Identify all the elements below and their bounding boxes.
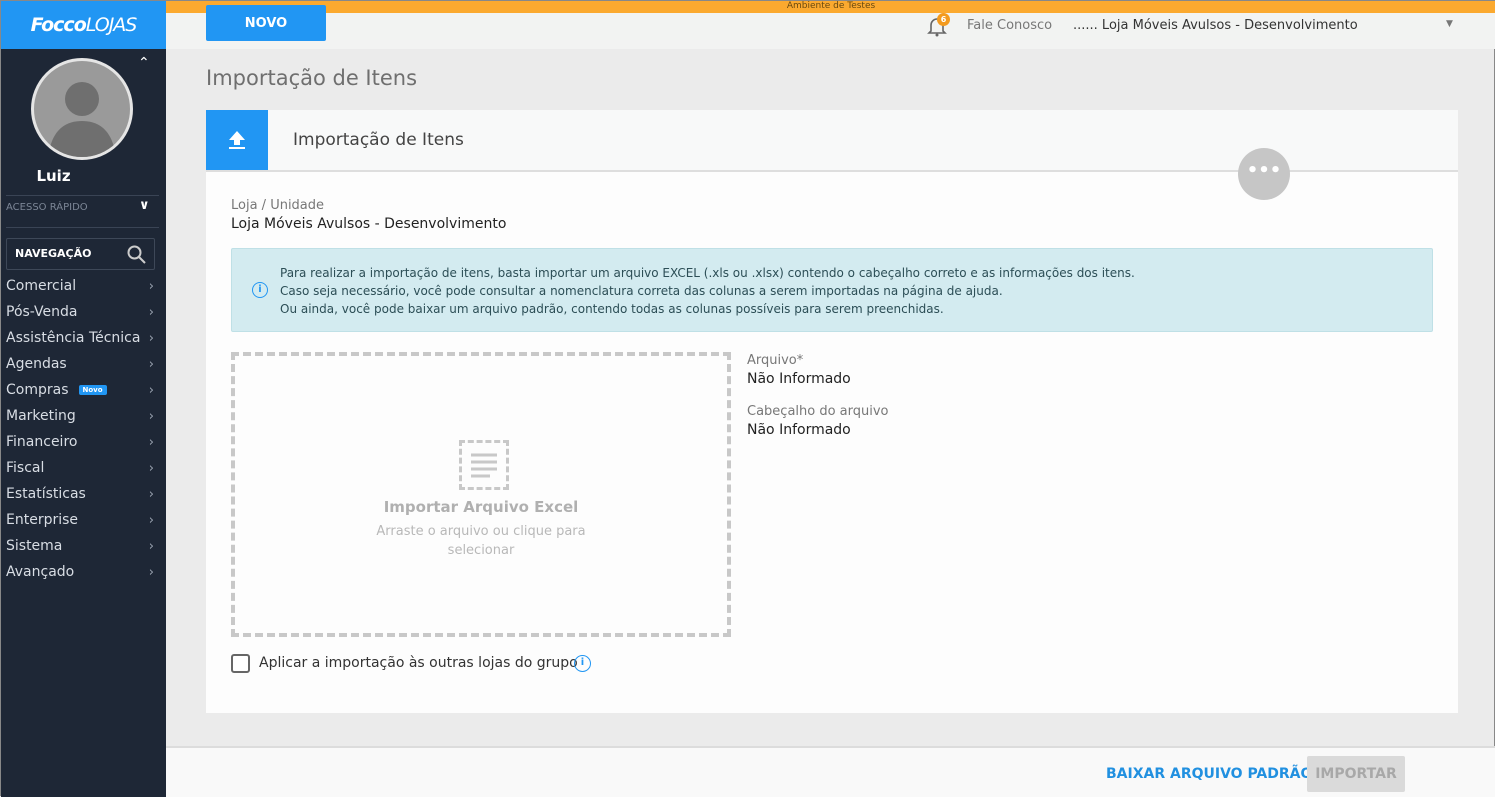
- apply-group-label[interactable]: Aplicar a importação às outras lojas do …: [259, 655, 578, 671]
- sidebar-item-avancado[interactable]: Avançado ›: [6, 559, 158, 585]
- sidebar-item-marketing[interactable]: Marketing ›: [6, 403, 158, 429]
- sidebar-item-agendas[interactable]: Agendas ›: [6, 351, 158, 377]
- environment-banner: Ambiente de Testes: [166, 1, 1495, 13]
- file-value: Não Informado: [747, 371, 851, 387]
- chevron-right-icon: ›: [148, 460, 154, 476]
- file-header-value: Não Informado: [747, 422, 851, 438]
- chevron-right-icon: ›: [148, 408, 154, 424]
- sidebar-item-label: Compras: [6, 382, 69, 398]
- avatar[interactable]: [31, 58, 133, 160]
- info-icon[interactable]: i: [574, 655, 591, 672]
- chevron-right-icon: ›: [148, 304, 154, 320]
- notification-count-badge: 6: [937, 13, 950, 26]
- sidebar-item-sistema[interactable]: Sistema ›: [6, 533, 158, 559]
- divider: [6, 195, 159, 196]
- download-template-button[interactable]: BAIXAR ARQUIVO PADRÃO: [1106, 766, 1312, 782]
- sidebar-item-label: Assistência Técnica: [6, 330, 141, 346]
- more-options-button[interactable]: •••: [1238, 148, 1290, 200]
- sidebar-item-label: Enterprise: [6, 512, 79, 528]
- collapse-profile-icon[interactable]: ⌃: [138, 55, 150, 71]
- sidebar-item-compras[interactable]: Compras Novo ›: [6, 377, 158, 403]
- file-dropzone[interactable]: Importar Arquivo Excel Arraste o arquivo…: [231, 352, 731, 637]
- footer-bar: BAIXAR ARQUIVO PADRÃO IMPORTAR: [166, 746, 1495, 797]
- chevron-right-icon: ›: [148, 382, 154, 398]
- divider: [6, 227, 159, 228]
- sidebar-item-label: Sistema: [6, 538, 63, 554]
- caret-down-icon[interactable]: ▼: [1446, 19, 1453, 29]
- chevron-right-icon: ›: [148, 356, 154, 372]
- quick-access-label[interactable]: ACESSO RÁPIDO: [6, 202, 88, 213]
- chevron-right-icon: ›: [148, 278, 154, 294]
- import-button[interactable]: IMPORTAR: [1307, 756, 1405, 792]
- sidebar: Focco LOJAS ⌃ Luiz ACESSO RÁPIDO ∨ NAVEGA…: [1, 1, 166, 797]
- sidebar-item-enterprise[interactable]: Enterprise ›: [6, 507, 158, 533]
- file-label: Arquivo*: [747, 353, 804, 368]
- sidebar-item-label: Financeiro: [6, 434, 78, 450]
- dropzone-hint: Arraste o arquivo ou clique para selecio…: [376, 524, 586, 558]
- sidebar-item-label: Marketing: [6, 408, 76, 424]
- sidebar-item-label: Estatísticas: [6, 486, 86, 502]
- store-value: Loja Móveis Avulsos - Desenvolvimento: [231, 216, 507, 232]
- info-icon: i: [252, 282, 268, 298]
- info-line[interactable]: Caso seja necessário, você pode consulta…: [280, 282, 1432, 300]
- chevron-right-icon: ›: [148, 512, 154, 528]
- chevron-right-icon: ›: [148, 330, 154, 346]
- chevron-down-icon[interactable]: ∨: [139, 198, 150, 213]
- sidebar-item-label: Agendas: [6, 356, 67, 372]
- sidebar-item-label: Avançado: [6, 564, 75, 580]
- page-title: Importação de Itens: [206, 66, 418, 90]
- document-icon: [459, 440, 509, 490]
- user-name: Luiz: [36, 167, 71, 185]
- nav-label: NAVEGAÇÃO: [15, 247, 92, 260]
- sidebar-item-label: Comercial: [6, 278, 77, 294]
- new-button[interactable]: NOVO: [206, 5, 326, 41]
- search-icon[interactable]: [127, 245, 146, 264]
- info-line[interactable]: Ou ainda, você pode baixar um arquivo pa…: [280, 300, 1432, 318]
- sidebar-item-assistencia-tecnica[interactable]: Assistência Técnica ›: [6, 325, 158, 351]
- sidebar-item-estatisticas[interactable]: Estatísticas ›: [6, 481, 158, 507]
- sidebar-item-label: Fiscal: [6, 460, 45, 476]
- sidebar-item-comercial[interactable]: Comercial ›: [6, 273, 158, 299]
- sidebar-item-label: Pós-Venda: [6, 304, 78, 320]
- sidebar-item-financeiro[interactable]: Financeiro ›: [6, 429, 158, 455]
- apply-group-checkbox[interactable]: [231, 654, 250, 673]
- info-alert: i Para realizar a importação de itens, b…: [231, 248, 1433, 332]
- card-title: Importação de Itens: [293, 130, 464, 150]
- logo-bold: Focco: [30, 14, 87, 36]
- dropzone-title: Importar Arquivo Excel: [383, 498, 579, 516]
- new-badge: Novo: [78, 385, 107, 395]
- chevron-right-icon: ›: [148, 538, 154, 554]
- top-header: 6 Fale Conosco ...... Loja Móveis Avulso…: [166, 13, 1495, 49]
- store-selector[interactable]: ...... Loja Móveis Avulsos - Desenvolvim…: [1073, 18, 1358, 33]
- file-header-label: Cabeçalho do arquivo: [747, 404, 889, 419]
- user-silhouette-icon: [48, 82, 116, 157]
- import-card: Importação de Itens ••• Loja / Unidade L…: [206, 110, 1458, 713]
- chevron-right-icon: ›: [148, 564, 154, 580]
- sidebar-item-pos-venda[interactable]: Pós-Venda ›: [6, 299, 158, 325]
- chevron-right-icon: ›: [148, 486, 154, 502]
- navigation-search[interactable]: NAVEGAÇÃO: [6, 238, 155, 270]
- contact-link[interactable]: Fale Conosco: [967, 18, 1052, 33]
- logo[interactable]: Focco LOJAS: [1, 1, 166, 49]
- chevron-right-icon: ›: [148, 434, 154, 450]
- store-label: Loja / Unidade: [231, 198, 325, 213]
- sidebar-item-fiscal[interactable]: Fiscal ›: [6, 455, 158, 481]
- upload-icon: [206, 110, 268, 170]
- logo-light: LOJAS: [85, 14, 138, 36]
- info-line: Para realizar a importação de itens, bas…: [280, 266, 1135, 280]
